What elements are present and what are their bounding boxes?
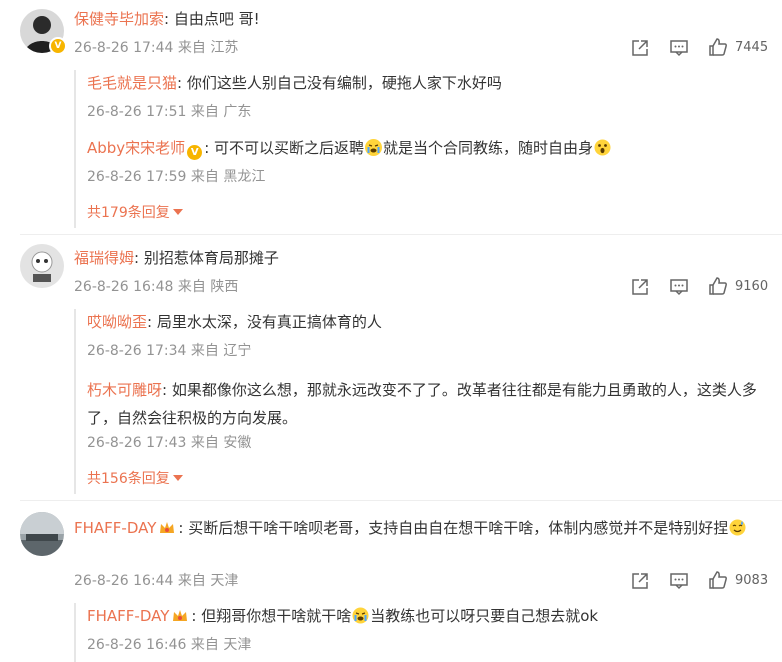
surprised-emoji-icon	[594, 139, 611, 156]
timestamp: 26-8-26 17:59	[87, 169, 187, 185]
location: 来自 江苏	[177, 40, 239, 56]
like-icon[interactable]	[708, 37, 728, 57]
comment-text: : 别招惹体育局那摊子	[134, 249, 279, 267]
reply-line: 毛毛就是只猫: 你们这些人别自己没有编制，硬拖人家下水好吗	[87, 72, 502, 94]
like-icon[interactable]	[708, 276, 728, 296]
reply-text: 就是当个合同教练，随时自由身	[383, 139, 594, 157]
comment-line: 福瑞得姆: 别招惹体育局那摊子	[74, 247, 279, 269]
share-icon[interactable]	[630, 571, 650, 591]
like-count: 7445	[735, 40, 769, 55]
comment-text: : 买断后想干啥干啥呗老哥，支持自由自在想干啥干啥，体制内感觉并不是特别好捏	[178, 519, 729, 537]
verified-badge-icon: V	[49, 37, 67, 55]
comment-line: 保健寺毕加索: 自由点吧 哥!	[74, 8, 260, 30]
username[interactable]: 福瑞得姆	[74, 249, 134, 267]
more-replies-label: 共156条回复	[87, 471, 170, 487]
more-replies-label: 共179条回复	[87, 205, 170, 221]
sweat-emoji-icon	[729, 519, 746, 536]
comment-icon[interactable]	[669, 571, 689, 591]
avatar[interactable]	[20, 244, 64, 288]
comment-line: FHAFF-DAY : 买断后想干啥干啥呗老哥，支持自由自在想干啥干啥，体制内感…	[74, 514, 764, 542]
comment-icon[interactable]	[669, 38, 689, 58]
location: 来自 黑龙江	[190, 169, 266, 185]
location: 来自 陕西	[177, 279, 239, 295]
username[interactable]: FHAFF-DAY	[74, 519, 156, 537]
like-icon[interactable]	[708, 570, 728, 590]
crown-badge-icon	[158, 517, 176, 533]
caret-down-icon	[172, 209, 183, 215]
username[interactable]: 保健寺毕加索	[74, 10, 164, 28]
location: 来自 天津	[177, 573, 239, 589]
reply-text: : 但翔哥你想干啥就干啥	[191, 607, 352, 625]
username[interactable]: 毛毛就是只猫	[87, 74, 177, 92]
reply-line: Abby宋宋老师 V: 可不可以买断之后返聘 就是当个合同教练，随时自由身	[87, 137, 612, 160]
more-replies-link[interactable]: 共179条回复	[87, 203, 183, 223]
comment-text: : 自由点吧 哥!	[164, 10, 260, 28]
more-replies-link[interactable]: 共156条回复	[87, 469, 183, 489]
reply-meta: 26-8-26 17:34 来自 辽宁	[87, 341, 251, 361]
location: 来自 天津	[190, 637, 252, 653]
crown-badge-icon	[171, 608, 189, 624]
reply-line: 朽木可雕呀: 如果都像你这么想，那就永远改变不了了。改革者往往都是有能力且勇敢的…	[87, 376, 775, 432]
like-count: 9160	[735, 279, 769, 294]
reply-meta: 26-8-26 17:59 来自 黑龙江	[87, 167, 265, 187]
share-icon[interactable]	[630, 277, 650, 297]
username[interactable]: 朽木可雕呀	[87, 381, 162, 399]
timestamp: 26-8-26 17:34	[87, 343, 187, 359]
username[interactable]: FHAFF-DAY	[87, 607, 169, 625]
reply-meta: 26-8-26 17:51 来自 广东	[87, 102, 251, 122]
timestamp: 26-8-26 17:51	[87, 104, 187, 120]
reply-line: 哎呦呦歪: 局里水太深，没有真正搞体育的人	[87, 311, 382, 333]
location: 来自 辽宁	[190, 343, 252, 359]
timestamp: 26-8-26 17:44	[74, 40, 174, 56]
comment-icon[interactable]	[669, 277, 689, 297]
reply-line: FHAFF-DAY : 但翔哥你想干啥就干啥 当教练也可以呀只要自己想去就ok	[87, 605, 598, 627]
timestamp: 26-8-26 17:43	[87, 435, 187, 451]
timestamp: 26-8-26 16:44	[74, 573, 174, 589]
share-icon[interactable]	[630, 38, 650, 58]
location: 来自 安徽	[190, 435, 252, 451]
caret-down-icon	[172, 475, 183, 481]
timestamp: 26-8-26 16:48	[74, 279, 174, 295]
reply-text: : 可不可以买断之后返聘	[204, 139, 365, 157]
verified-badge-icon: V	[187, 145, 203, 160]
comment-meta: 26-8-26 16:48 来自 陕西	[74, 277, 238, 297]
location: 来自 广东	[190, 104, 252, 120]
reply-text: : 局里水太深，没有真正搞体育的人	[147, 313, 382, 331]
reply-meta: 26-8-26 17:43 来自 安徽	[87, 433, 251, 453]
reply-text: : 如果都像你这么想，那就永远改变不了了。改革者往往都是有能力且勇敢的人，这类人…	[87, 381, 757, 427]
avatar[interactable]	[20, 512, 64, 556]
reply-thread-bar	[74, 70, 76, 228]
reply-text: 当教练也可以呀只要自己想去就ok	[370, 607, 599, 625]
reply-thread-bar	[74, 309, 76, 494]
comment-meta: 26-8-26 17:44 来自 江苏	[74, 38, 238, 58]
crying-emoji-icon	[352, 607, 369, 624]
reply-meta: 26-8-26 16:46 来自 天津	[87, 635, 251, 655]
divider	[20, 500, 782, 501]
username[interactable]: Abby宋宋老师	[87, 139, 185, 157]
reply-text: : 你们这些人别自己没有编制，硬拖人家下水好吗	[177, 74, 502, 92]
username[interactable]: 哎呦呦歪	[87, 313, 147, 331]
reply-thread-bar	[74, 603, 76, 662]
timestamp: 26-8-26 16:46	[87, 637, 187, 653]
comment-meta: 26-8-26 16:44 来自 天津	[74, 571, 238, 591]
crying-emoji-icon	[365, 139, 383, 156]
like-count: 9083	[735, 573, 769, 588]
divider	[20, 234, 782, 235]
